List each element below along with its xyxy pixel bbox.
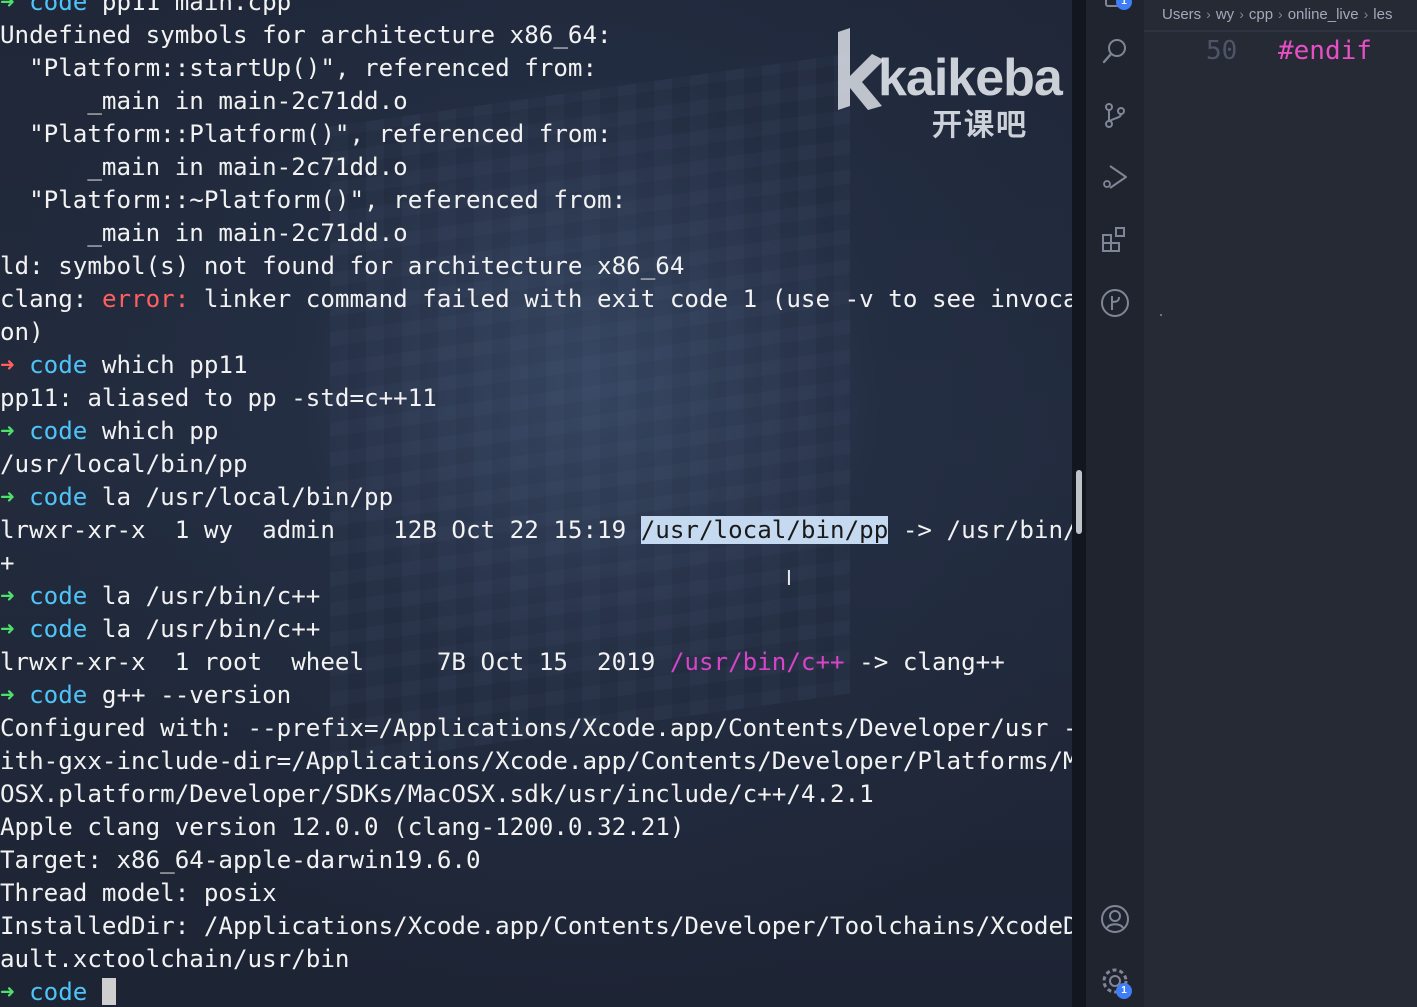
prompt-dir: code	[29, 483, 88, 511]
terminal-command: la /usr/bin/c++	[87, 615, 321, 643]
chevron-right-icon: ›	[1363, 6, 1369, 22]
terminal-command: which pp11	[87, 351, 248, 379]
prompt-dir: code	[29, 417, 88, 445]
search-icon[interactable]	[1100, 36, 1130, 66]
terminal-prompt-line: ➜ code which pp11	[0, 349, 1076, 382]
breadcrumb-item[interactable]: wy	[1216, 6, 1234, 23]
terminal-panel[interactable]: ➜ code pp11 main.cpp Undefined symbols f…	[0, 0, 1076, 1007]
prompt-dir: code	[29, 351, 88, 379]
breadcrumb-item[interactable]: online_live	[1288, 6, 1359, 23]
terminal-prompt-line: ➜ code la /usr/local/bin/pp	[0, 481, 1076, 514]
terminal-line: ld: symbol(s) not found for architecture…	[0, 252, 685, 280]
editor-panel[interactable]: Users › wy › cpp › online_live › les 50 #endif	[1144, 0, 1417, 1007]
terminal-command: la /usr/local/bin/pp	[87, 483, 394, 511]
run-debug-icon[interactable]	[1100, 162, 1130, 192]
terminal-line: InstalledDir: /Applications/Xcode.app/Co…	[0, 912, 1076, 940]
chevron-right-icon: ›	[1239, 6, 1244, 22]
ls-attributes: lrwxr-xr-x 1 wy admin 12B Oct 22 15:19	[0, 516, 641, 544]
breadcrumb-item[interactable]: les	[1373, 6, 1392, 23]
prompt-dir: code	[29, 0, 88, 16]
terminal-line: pp11: aliased to pp -std=c++11	[0, 384, 437, 412]
terminal-line: _main in main-2c71dd.o	[0, 153, 408, 181]
prompt-arrow-icon: ➜	[0, 483, 15, 511]
terminal-command: which pp	[87, 417, 219, 445]
symlink-path: /usr/bin/c++	[669, 648, 845, 676]
source-control-icon[interactable]	[1100, 100, 1130, 130]
terminal-line: ault.xctoolchain/usr/bin	[0, 945, 350, 973]
terminal-line: ➜ code pp11 main.cpp	[0, 0, 1076, 19]
breadcrumb-item[interactable]: Users	[1162, 6, 1201, 23]
prompt-arrow-icon: ➜	[0, 681, 15, 709]
chevron-right-icon: ›	[1206, 6, 1211, 22]
logo-text: kaikeba	[878, 49, 1063, 107]
terminal-line: lrwxr-xr-x 1 wy admin 12B Oct 22 15:19 /…	[0, 514, 1076, 547]
text-cursor	[101, 977, 116, 1005]
prompt-dir: code	[29, 582, 88, 610]
mouse-ibeam-cursor-icon: I	[786, 566, 792, 590]
prompt-dir: code	[29, 681, 88, 709]
activity-bar: 1 1	[1086, 0, 1144, 1007]
line-number: 50	[1206, 36, 1238, 66]
terminal-prompt-line: ➜ code la /usr/bin/c++	[0, 580, 1076, 613]
extensions-icon[interactable]	[1100, 224, 1130, 254]
symlink-target: -> /usr/bin/c+	[902, 516, 1076, 544]
symlink-target: -> clang++	[844, 648, 1005, 676]
terminal-command: pp11 main.cpp	[87, 0, 292, 16]
terminal-line: _main in main-2c71dd.o	[0, 219, 408, 247]
prompt-dir: code	[29, 615, 88, 643]
settings-badge: 1	[1116, 983, 1132, 999]
terminal-line: OSX.platform/Developer/SDKs/MacOSX.sdk/u…	[0, 780, 874, 808]
prompt-arrow-icon: ➜	[0, 615, 15, 643]
breadcrumb-divider	[1144, 30, 1417, 32]
account-icon[interactable]	[1100, 904, 1130, 934]
error-message: linker command failed with exit code 1 (…	[189, 285, 1076, 313]
prompt-arrow-error-icon: ➜	[0, 351, 15, 379]
prompt-arrow-icon: ➜	[0, 0, 15, 16]
clang-prefix: clang:	[0, 285, 102, 313]
selected-text[interactable]: /usr/local/bin/pp	[640, 516, 889, 544]
minimap-dot	[1160, 314, 1162, 316]
terminal-line: +	[0, 549, 15, 577]
prompt-dir: code	[29, 978, 88, 1006]
terminal-line: "Platform::~Platform()", referenced from…	[0, 186, 627, 214]
chevron-right-icon: ›	[1278, 6, 1283, 22]
terminal-prompt-line: ➜ code g++ --version	[0, 679, 1076, 712]
terminal-line: lrwxr-xr-x 1 root wheel 7B Oct 15 2019 /…	[0, 646, 1076, 679]
terminal-scrollbar[interactable]	[1076, 470, 1082, 534]
kaikeba-watermark-logo: kaikeba 开课吧	[832, 26, 1063, 143]
terminal-line: on)	[0, 318, 44, 346]
git-graph-icon[interactable]	[1100, 288, 1130, 318]
terminal-command: g++ --version	[87, 681, 292, 709]
prompt-arrow-icon: ➜	[0, 417, 15, 445]
terminal-line: clang: error: linker command failed with…	[0, 283, 1076, 316]
terminal-line: Apple clang version 12.0.0 (clang-1200.0…	[0, 813, 685, 841]
breadcrumb: Users › wy › cpp › online_live › les	[1162, 6, 1392, 28]
terminal-line: Thread model: posix	[0, 879, 277, 907]
code-text[interactable]: #endif	[1278, 36, 1372, 66]
terminal-command: la /usr/bin/c++	[87, 582, 321, 610]
terminal-output[interactable]: ➜ code pp11 main.cpp Undefined symbols f…	[0, 0, 1076, 1007]
terminal-prompt-line: ➜ code which pp	[0, 415, 1076, 448]
breadcrumb-item[interactable]: cpp	[1249, 6, 1273, 23]
terminal-line: ith-gxx-include-dir=/Applications/Xcode.…	[0, 747, 1076, 775]
error-label: error:	[101, 285, 190, 313]
terminal-line: Configured with: --prefix=/Applications/…	[0, 714, 1076, 742]
terminal-prompt-line: ➜ code la /usr/bin/c++	[0, 613, 1076, 646]
logo-chinese-text: 开课吧	[932, 108, 1028, 143]
terminal-active-prompt[interactable]: ➜ code	[0, 976, 1076, 1007]
prompt-arrow-icon: ➜	[0, 582, 15, 610]
prompt-arrow-icon: ➜	[0, 978, 15, 1006]
terminal-line: Target: x86_64-apple-darwin19.6.0	[0, 846, 481, 874]
ls-attributes: lrwxr-xr-x 1 root wheel 7B Oct 15 2019	[0, 648, 670, 676]
terminal-line: /usr/local/bin/pp	[0, 450, 248, 478]
terminal-input[interactable]	[87, 978, 102, 1006]
